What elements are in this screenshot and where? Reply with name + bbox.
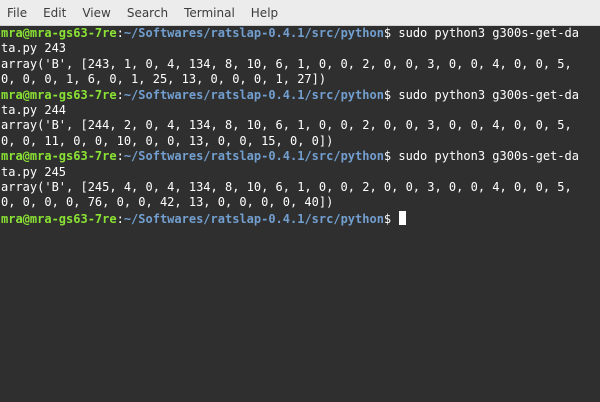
prompt-colon: : bbox=[116, 87, 124, 102]
command-wrap-line: ta.py 245 bbox=[1, 164, 67, 179]
output-line: array('B', [244, 2, 0, 4, 134, 8, 10, 6,… bbox=[1, 118, 572, 133]
command-line: mra@mra-gs63-7re:~/Softwares/ratslap-0.4… bbox=[1, 149, 600, 164]
menu-view[interactable]: View bbox=[74, 0, 118, 26]
prompt-path: ~/Softwares/ratslap-0.4.1/src/python bbox=[123, 87, 384, 102]
output-line: array('B', [243, 1, 0, 4, 134, 8, 10, 6,… bbox=[1, 56, 572, 71]
command-text: sudo python3 g300s-get-da bbox=[391, 149, 579, 164]
output-line: 0, 0, 0, 0, 76, 0, 0, 42, 13, 0, 0, 0, 0… bbox=[1, 195, 334, 210]
command-wrap-line: ta.py 244 bbox=[1, 102, 67, 117]
terminal-window: File Edit View Search Terminal Help mra@… bbox=[0, 0, 600, 402]
prompt-colon: : bbox=[116, 149, 124, 164]
command-text: sudo python3 g300s-get-da bbox=[391, 26, 579, 40]
command-line: mra@mra-gs63-7re:~/Softwares/ratslap-0.4… bbox=[1, 88, 600, 103]
command-text: sudo python3 g300s-get-da bbox=[391, 87, 579, 102]
prompt-path: ~/Softwares/ratslap-0.4.1/src/python bbox=[123, 149, 384, 164]
prompt-user-host: mra@mra-gs63-7re bbox=[1, 211, 117, 226]
menu-search[interactable]: Search bbox=[119, 0, 176, 26]
menu-help[interactable]: Help bbox=[243, 0, 286, 26]
prompt-path: ~/Softwares/ratslap-0.4.1/src/python bbox=[123, 26, 384, 40]
command-line: mra@mra-gs63-7re:~/Softwares/ratslap-0.4… bbox=[1, 26, 600, 41]
menu-bar: File Edit View Search Terminal Help bbox=[0, 0, 600, 26]
command-wrap-line: ta.py 243 bbox=[1, 41, 67, 56]
terminal-output[interactable]: mra@mra-gs63-7re:~/Softwares/ratslap-0.4… bbox=[0, 26, 600, 402]
menu-edit[interactable]: Edit bbox=[35, 0, 74, 26]
prompt-path: ~/Softwares/ratslap-0.4.1/src/python bbox=[123, 211, 384, 226]
output-line: 0, 0, 0, 1, 6, 0, 1, 25, 13, 0, 0, 0, 1,… bbox=[1, 72, 327, 87]
prompt-user-host: mra@mra-gs63-7re bbox=[1, 87, 117, 102]
prompt-user-host: mra@mra-gs63-7re bbox=[1, 149, 117, 164]
menu-file[interactable]: File bbox=[0, 0, 35, 26]
menu-terminal[interactable]: Terminal bbox=[176, 0, 243, 26]
output-line: 0, 0, 11, 0, 0, 10, 0, 0, 13, 0, 0, 15, … bbox=[1, 133, 334, 148]
output-line: array('B', [245, 4, 0, 4, 134, 8, 10, 6,… bbox=[1, 179, 572, 194]
current-prompt-line[interactable]: mra@mra-gs63-7re:~/Softwares/ratslap-0.4… bbox=[1, 210, 600, 226]
prompt-colon: : bbox=[116, 211, 124, 226]
prompt-colon: : bbox=[116, 26, 124, 40]
prompt-user-host: mra@mra-gs63-7re bbox=[1, 26, 117, 40]
text-cursor bbox=[399, 210, 407, 225]
